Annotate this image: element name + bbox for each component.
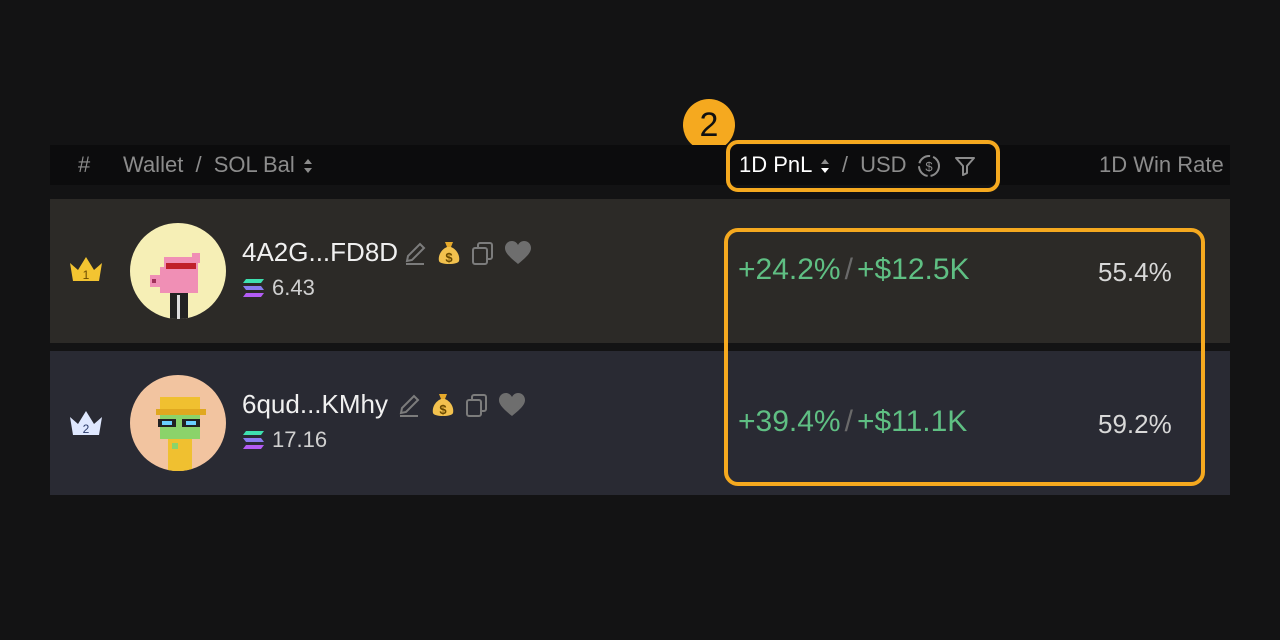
edit-icon[interactable] — [402, 240, 428, 266]
rank-number: 2 — [83, 422, 90, 436]
solana-icon — [243, 431, 264, 449]
sol-bal-header-label: SOL Bal — [213, 152, 295, 177]
sol-balance-value: 17.16 — [272, 427, 328, 452]
copy-icon[interactable] — [470, 240, 496, 266]
sol-balance-value: 6.43 — [272, 275, 315, 300]
solana-icon — [243, 279, 264, 297]
pixel-frog-avatar-icon — [156, 397, 206, 471]
step-badge: 2 — [683, 99, 735, 151]
crown-icon: 2 — [70, 411, 102, 436]
pnl-values-highlight — [724, 228, 1205, 486]
avatar[interactable] — [130, 223, 226, 319]
wallet-address[interactable]: 6qud...KMhy — [242, 389, 388, 420]
header-slash: / — [195, 152, 202, 177]
heart-icon[interactable] — [498, 392, 526, 418]
sol-balance: 6.43 — [242, 275, 315, 301]
wallet-address[interactable]: 4A2G...FD8D — [242, 237, 398, 268]
rank-header: # — [78, 152, 91, 177]
win-rate-header[interactable]: 1D Win Rate — [1099, 145, 1224, 185]
wallet-header-label: Wallet — [123, 152, 184, 177]
rank-number: 1 — [83, 268, 90, 282]
heart-icon[interactable] — [504, 240, 532, 266]
svg-text:$: $ — [439, 402, 447, 417]
pixel-pig-avatar-icon — [150, 253, 200, 319]
copy-icon[interactable] — [464, 392, 490, 418]
pnl-header-highlight — [726, 140, 1000, 192]
sol-balance: 17.16 — [242, 427, 327, 453]
money-bag-icon[interactable]: $ — [436, 239, 462, 267]
edit-icon[interactable] — [396, 392, 422, 418]
sort-icon[interactable] — [303, 157, 313, 175]
svg-text:$: $ — [445, 250, 453, 265]
wallet-header[interactable]: Wallet / SOL Bal — [123, 145, 313, 185]
crown-icon: 1 — [70, 257, 102, 282]
avatar[interactable] — [130, 375, 226, 471]
money-bag-icon[interactable]: $ — [430, 391, 456, 419]
table-header: # Wallet / SOL Bal 1D PnL / USD $ 1D Win… — [50, 145, 1230, 185]
